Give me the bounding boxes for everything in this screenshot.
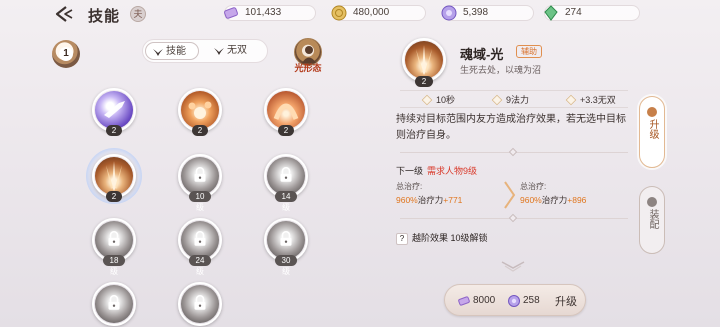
skill-slot[interactable] bbox=[178, 282, 222, 326]
skill-slot[interactable]: 30级 bbox=[264, 218, 308, 276]
resource-value: 101,433 bbox=[245, 7, 282, 18]
skill-level-badge: 10级 bbox=[189, 191, 211, 212]
page-title: 技能 bbox=[88, 8, 121, 25]
violet-gem-icon bbox=[508, 295, 520, 307]
top-bar: 技能 夫 101,433 480,000 5,398 274 bbox=[0, 0, 720, 28]
side-tab-upgrade[interactable]: 升级 bbox=[639, 96, 665, 168]
divider bbox=[400, 213, 628, 223]
current-heal-label: 总治疗: bbox=[396, 182, 423, 191]
lock-icon bbox=[280, 166, 292, 182]
next-level-header: 下一级 需求人物9级 bbox=[396, 166, 478, 176]
cost-purple-ticket: 8000 bbox=[457, 294, 495, 308]
skill-slot[interactable]: 2 bbox=[264, 88, 308, 136]
next-heal-label: 总治疗: bbox=[520, 182, 547, 191]
lock-icon bbox=[194, 230, 206, 246]
wings-icon bbox=[214, 48, 224, 55]
upgrade-label: 升级 bbox=[555, 296, 577, 308]
violet-gem-icon bbox=[441, 5, 457, 21]
skill-description: 持续对目标范围内友方造成治疗效果，若无选中目标则治疗自身。 bbox=[396, 114, 626, 141]
resource-value: 274 bbox=[565, 7, 582, 18]
divider bbox=[400, 147, 628, 157]
selected-skill-level: 2 bbox=[415, 76, 433, 87]
skill-slot[interactable] bbox=[92, 282, 136, 326]
resource-green-jade[interactable]: 274 bbox=[544, 5, 640, 21]
breakthrough-effect[interactable]: ? 越阶效果 10级解锁 bbox=[396, 231, 488, 245]
lock-icon bbox=[280, 230, 292, 246]
upgrade-arrow-icon bbox=[504, 181, 516, 209]
upgrade-button[interactable]: 8000 258 升级 bbox=[444, 284, 586, 316]
light-form-label: 光形态 bbox=[294, 63, 322, 73]
selected-skill-icon: 2 bbox=[402, 38, 446, 87]
lock-icon bbox=[108, 230, 120, 246]
skill-role-tag: 辅助 bbox=[516, 45, 542, 58]
skill-level-badge: 18级 bbox=[103, 255, 125, 276]
cost-violet-gem: 258 bbox=[507, 294, 540, 308]
wings-icon bbox=[153, 49, 163, 56]
skill-slot[interactable]: 14级 bbox=[264, 154, 308, 212]
level-requirement: 需求人物9级 bbox=[427, 166, 478, 176]
skill-level-badge: 24级 bbox=[189, 255, 211, 276]
skill-subtitle: 生死去处，以魂为沼 bbox=[460, 65, 542, 75]
skill-slot[interactable]: 24级 bbox=[178, 218, 222, 276]
skill-slot[interactable]: 2 bbox=[178, 88, 222, 136]
lock-icon bbox=[108, 294, 120, 310]
next-heal-value: 960%治疗力+896 bbox=[520, 195, 587, 205]
cooldown-stat: 10秒 bbox=[421, 93, 455, 107]
scroll-down-chevron-icon[interactable] bbox=[500, 260, 526, 272]
skill-level-badge: 2 bbox=[278, 125, 294, 136]
skill-name: 魂域-光 bbox=[460, 47, 504, 62]
skill-level-badge: 30级 bbox=[275, 255, 297, 276]
resource-gold-coin[interactable]: 480,000 bbox=[331, 5, 426, 21]
green-jade-icon bbox=[544, 5, 558, 21]
skill-level-badge: 2 bbox=[192, 125, 208, 136]
purple-ticket-icon bbox=[224, 7, 238, 19]
skill-slot[interactable]: 2 bbox=[86, 148, 142, 204]
tab-wushuang[interactable]: 无双 bbox=[207, 42, 261, 60]
current-heal-value: 960%治疗力+771 bbox=[396, 195, 463, 205]
skill-level-badge: 2 bbox=[106, 125, 122, 136]
skill-slot[interactable]: 18级 bbox=[92, 218, 136, 276]
skill-level-badge: 2 bbox=[106, 191, 122, 202]
clock-icon bbox=[421, 94, 433, 106]
help-icon: ? bbox=[396, 233, 408, 245]
skill-slot[interactable]: 10级 bbox=[178, 154, 222, 212]
side-tab-equip[interactable]: 装配 bbox=[639, 186, 665, 254]
tab-skills[interactable]: 技能 bbox=[145, 42, 199, 60]
back-arrow-icon bbox=[55, 6, 73, 22]
skill-slot[interactable]: 2 bbox=[92, 88, 136, 136]
mana-icon bbox=[491, 94, 503, 106]
gold-coin-icon bbox=[331, 5, 347, 21]
upgrade-tab-icon bbox=[647, 107, 657, 117]
wushuang-stat: +3.3无双 bbox=[565, 93, 616, 107]
purple-ticket-icon bbox=[458, 296, 470, 306]
lock-icon bbox=[194, 294, 206, 310]
level-badge[interactable]: 1 bbox=[52, 40, 80, 68]
wushuang-icon bbox=[565, 94, 577, 106]
mana-stat: 9法力 bbox=[491, 93, 529, 107]
back-button[interactable] bbox=[52, 4, 74, 24]
title-badge-icon[interactable]: 夫 bbox=[130, 6, 146, 22]
resource-value: 480,000 bbox=[353, 7, 390, 18]
skill-detail-panel: 2 魂域-光 辅助 生死去处，以魂为沼 10秒 9法力 +3.3无双 持续对目标… bbox=[396, 30, 632, 327]
skill-tab-group: 技能 无双 bbox=[142, 39, 268, 63]
skill-stats: 10秒 9法力 +3.3无双 bbox=[400, 90, 628, 108]
lock-icon bbox=[194, 166, 206, 182]
resource-violet-gem[interactable]: 5,398 bbox=[441, 5, 534, 21]
resource-purple-ticket[interactable]: 101,433 bbox=[224, 5, 316, 21]
level-number: 1 bbox=[59, 47, 73, 61]
skill-level-badge: 14级 bbox=[275, 191, 297, 212]
equip-tab-icon bbox=[647, 197, 657, 207]
resource-value: 5,398 bbox=[463, 7, 489, 18]
